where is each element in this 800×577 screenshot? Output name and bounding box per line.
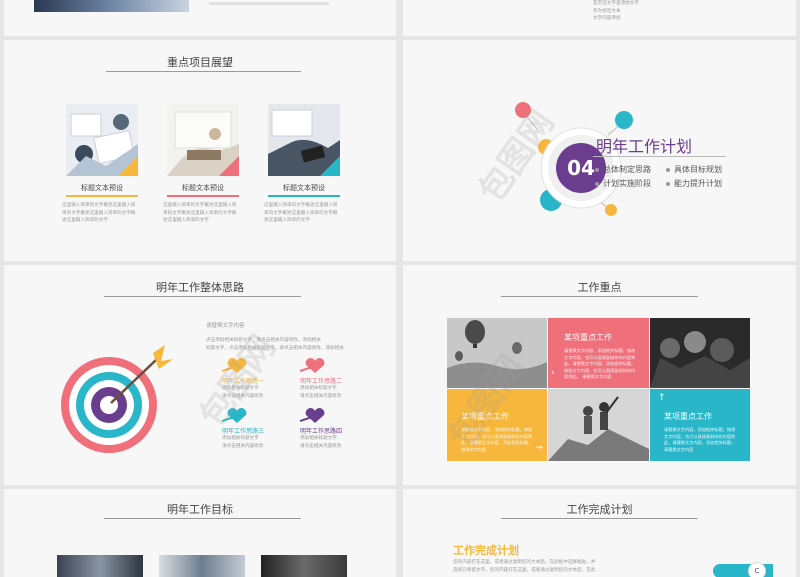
- plan-subtitle: 工作完成计划: [453, 544, 519, 557]
- plan-bullet-2: 具体目标规划: [666, 164, 722, 175]
- idea-item-label: 明年工作思路四: [300, 428, 343, 435]
- title-underline: [106, 71, 301, 72]
- idea-item-label: 明年工作思路一: [222, 378, 265, 385]
- balloon-photo: [447, 318, 547, 388]
- project-caption-1: 标题文本预设: [81, 184, 123, 192]
- tile-title: 某项重点工作: [461, 412, 509, 421]
- project-caption-line-3: [268, 195, 340, 197]
- project-caption-2: 标题文本预设: [182, 184, 224, 192]
- heart-arrow-icon: [222, 358, 247, 373]
- arrow-right-icon: →: [535, 443, 543, 453]
- slide-title: 重点项目展望: [167, 56, 233, 69]
- heart-arrow-icon: [300, 408, 325, 423]
- plan-title-underline: [593, 156, 726, 157]
- step-badge: C: [748, 562, 766, 577]
- plan-body: 您的内容打在这里，或者通过复制您的文本后，在此框中选择粘贴，并 选择只保留文字。…: [453, 560, 596, 573]
- slide-focus-projects[interactable]: 重点项目展望 标题文本预设 这里输入简单的文字概述这里输入简 单的文字概述这里输…: [4, 40, 396, 261]
- climbers-photo: [548, 389, 649, 461]
- plan-bullet-3: 计划实施阶段: [595, 178, 651, 189]
- focus-tile-3: ↑ 某项重点工作 请替换文字内容，添加相关标题，修改 文字内容，也可以直接复制你…: [650, 389, 750, 461]
- top-text-2: 作为标签文本: [593, 8, 621, 14]
- project-photo-1: [66, 104, 138, 176]
- slide-work-focus[interactable]: 工作重点 某项重点工作 请替换文字内容，添加相关标题，修改 文字内容，也可以直接…: [403, 265, 796, 485]
- project-photo-2: [167, 104, 239, 176]
- arrow-left-icon: ‹: [551, 368, 555, 378]
- plan-title: 明年工作计划: [596, 137, 693, 156]
- slide-next-year-goals[interactable]: 明年工作目标: [4, 489, 396, 577]
- target-icon: [61, 345, 173, 453]
- project-caption-line-1: [66, 195, 138, 197]
- project-body-1: 这里输入简单的文字概述这里输入简 单的文字概述这里输入简单的文字概 述这里输入简…: [62, 203, 136, 223]
- goal-photo-2: [159, 555, 245, 577]
- idea-intro: 点击添加相关标题文字，请点击相关内容修改，添加相关 标题文字，点击添加相关标题文…: [206, 338, 344, 351]
- slide-completion-plan[interactable]: 工作完成计划 工作完成计划 您的内容打在这里，或者通过复制您的文本后，在此框中选…: [403, 489, 796, 577]
- idea-subhead: 请替换文字内容: [206, 323, 245, 329]
- slide-title: 明年工作整体思路: [156, 281, 244, 294]
- heart-arrow-icon: [222, 408, 247, 423]
- focus-tile-2: 某项重点工作 请替换文字内容，添加相关标题，修改 文字内容，也可以直接复制你的内…: [447, 389, 547, 461]
- arrow-up-icon: ↑: [658, 393, 666, 403]
- goal-photo-3: [261, 555, 347, 577]
- project-caption-line-2: [167, 195, 239, 197]
- slide-top-left-partial: [4, 0, 396, 36]
- tile-title: 某项重点工作: [564, 333, 612, 342]
- plan-bullet-1: 总体制定思路: [595, 164, 651, 175]
- slide-next-year-plan[interactable]: 04 明年工作计划 总体制定思路 具体目标规划 计划实施阶段 能力提升计划 包图…: [403, 40, 796, 261]
- project-body-3: 这里输入简单的文字概述这里输入简 单的文字概述这里输入简单的文字概 述这里输入简…: [264, 203, 338, 223]
- slide-title: 明年工作目标: [167, 503, 233, 516]
- faded-text-line: [209, 2, 329, 5]
- slide-overall-idea[interactable]: 明年工作整体思路 请替换文字内容 点击添加相关标题文字，请点击相关内容修改，添加…: [4, 265, 396, 485]
- title-underline: [501, 518, 698, 519]
- title-underline: [104, 518, 301, 519]
- title-underline: [104, 296, 301, 297]
- top-text-3: 文字内容添加: [593, 16, 621, 21]
- slide-top-right-partial: 是否在文字里添加文字 作为标签文本 文字内容添加: [403, 0, 796, 36]
- focus-tile-1: 某项重点工作 请替换文字内容，添加相关标题，修改 文字内容，也可以直接复制你的内…: [548, 318, 649, 388]
- idea-item-label: 明年工作思路三: [222, 428, 265, 435]
- slide-title: 工作重点: [577, 281, 622, 294]
- plan-bullet-4: 能力提升计划: [666, 178, 722, 189]
- heart-arrow-icon: [300, 358, 325, 373]
- slide-title: 工作完成计划: [566, 503, 633, 516]
- laptop-photo-partial: [34, 0, 189, 12]
- idea-item-label: 明年工作思路二: [300, 378, 343, 385]
- top-text-1: 是否在文字里添加文字: [593, 1, 639, 6]
- tile-title: 某项重点工作: [664, 412, 712, 421]
- project-photo-3: [268, 104, 340, 176]
- project-caption-3: 标题文本预设: [283, 184, 325, 192]
- team-photo: [650, 318, 750, 388]
- title-underline: [501, 296, 698, 297]
- project-body-2: 这里输入简单的文字概述这里输入简 单的文字概述这里输入简单的文字概 述这里输入简…: [163, 203, 237, 223]
- goal-photo-1: [57, 555, 143, 577]
